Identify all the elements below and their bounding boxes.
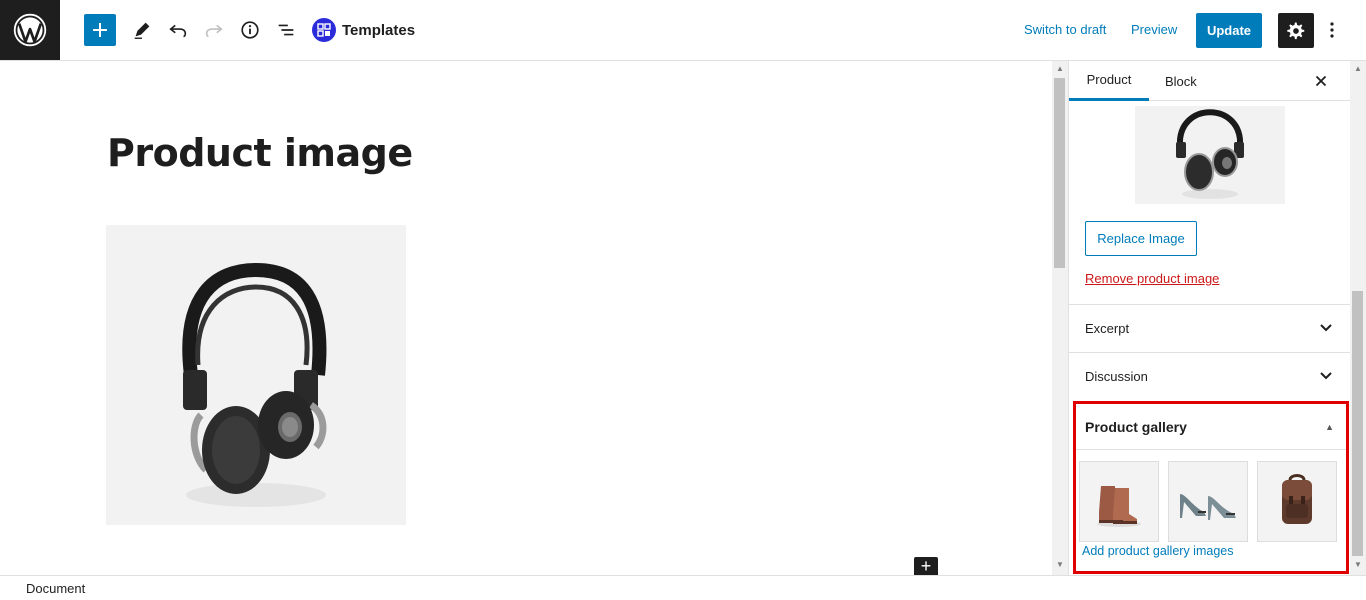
remove-product-image-link[interactable]: Remove product image <box>1085 271 1219 286</box>
tab-block[interactable]: Block <box>1165 61 1197 101</box>
panel-discussion[interactable]: Discussion <box>1069 352 1350 400</box>
tools-button[interactable] <box>126 14 158 46</box>
headphones-image <box>1176 109 1244 199</box>
redo-icon <box>205 24 223 38</box>
add-product-gallery-images-link[interactable]: Add product gallery images <box>1082 544 1233 558</box>
gallery-image-heels[interactable] <box>1168 461 1248 542</box>
sidebar-scrollbar[interactable]: ▲ ▼ <box>1350 61 1366 575</box>
gear-icon <box>1287 21 1305 39</box>
sidebar-scrollbar-thumb[interactable] <box>1352 291 1363 556</box>
update-button[interactable]: Update <box>1196 13 1262 48</box>
close-sidebar-button[interactable] <box>1313 73 1329 89</box>
editor-header: Templates Switch to draft Preview Update <box>0 0 1366 61</box>
scroll-up-arrow-icon[interactable]: ▲ <box>1056 64 1064 73</box>
scroll-down-arrow-icon[interactable]: ▼ <box>1354 560 1362 569</box>
heels-image <box>1180 493 1236 520</box>
product-gallery-title: Product gallery <box>1085 418 1187 435</box>
options-button[interactable] <box>1322 16 1342 44</box>
undo-icon <box>169 24 187 38</box>
list-view-icon <box>278 24 294 36</box>
wordpress-logo-icon[interactable] <box>0 0 60 60</box>
plus-icon: + <box>920 556 932 576</box>
preview-button[interactable]: Preview <box>1125 20 1183 39</box>
templates-icon <box>312 18 336 42</box>
switch-to-draft-button[interactable]: Switch to draft <box>1018 20 1112 39</box>
backpack-image <box>1282 473 1312 524</box>
sidebar-tabs: Product Block <box>1069 61 1350 101</box>
settings-sidebar: Product Block Replace Image Remove produ… <box>1068 61 1350 575</box>
redo-button[interactable] <box>198 14 230 46</box>
gallery-image-boots[interactable] <box>1079 461 1159 542</box>
panel-excerpt[interactable]: Excerpt <box>1069 304 1350 352</box>
plus-icon <box>93 23 107 37</box>
kebab-icon <box>1330 22 1334 38</box>
chevron-down-icon <box>1319 368 1333 385</box>
templates-button[interactable]: Templates <box>312 18 415 42</box>
settings-button[interactable] <box>1278 13 1314 48</box>
close-icon <box>1315 75 1327 87</box>
scroll-down-arrow-icon[interactable]: ▼ <box>1056 560 1064 569</box>
add-block-button[interactable] <box>84 14 116 46</box>
details-button[interactable] <box>234 14 266 46</box>
product-image[interactable] <box>106 225 406 525</box>
editor-footer: Document <box>0 575 1366 600</box>
gallery-image-backpack[interactable] <box>1257 461 1337 542</box>
pencil-icon <box>134 22 150 39</box>
editor-canvas[interactable]: Product image + <box>0 61 1052 575</box>
panel-excerpt-label: Excerpt <box>1085 321 1130 336</box>
post-title[interactable]: Product image <box>107 131 413 175</box>
replace-image-button[interactable]: Replace Image <box>1085 221 1197 256</box>
caret-up-icon: ▲ <box>1325 421 1334 432</box>
product-gallery-panel: Product gallery ▲ Add product gallery im… <box>1073 401 1349 574</box>
editor-scrollbar-thumb[interactable] <box>1054 78 1065 268</box>
boots-image <box>1097 485 1141 527</box>
product-image-thumbnail[interactable] <box>1135 106 1285 204</box>
info-icon <box>241 21 259 39</box>
editor-scrollbar[interactable]: ▲ ▼ <box>1052 61 1068 575</box>
headphones-image <box>182 262 327 507</box>
templates-label: Templates <box>342 21 416 39</box>
product-gallery-header[interactable]: Product gallery ▲ <box>1076 404 1346 450</box>
list-view-button[interactable] <box>270 14 302 46</box>
chevron-down-icon <box>1319 320 1333 337</box>
panel-discussion-label: Discussion <box>1085 369 1148 384</box>
tab-product[interactable]: Product <box>1069 61 1149 101</box>
scroll-up-arrow-icon[interactable]: ▲ <box>1354 64 1362 73</box>
block-inserter-button[interactable]: + <box>914 557 938 575</box>
breadcrumb-document[interactable]: Document <box>26 581 85 596</box>
undo-button[interactable] <box>162 14 194 46</box>
